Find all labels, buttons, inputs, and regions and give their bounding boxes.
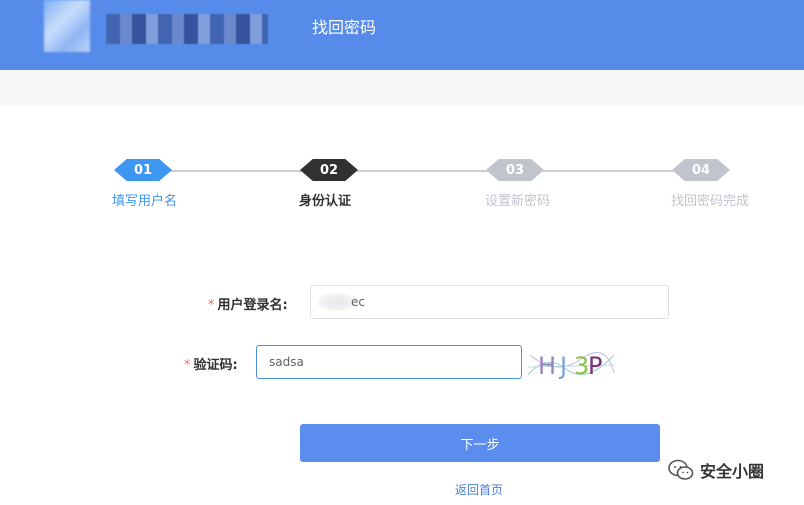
step-1-label: 填写用户名 xyxy=(112,194,178,209)
captcha-label: * 验证码: xyxy=(184,354,238,373)
wechat-icon xyxy=(668,459,694,480)
captcha-label-text: 验证码: xyxy=(193,358,238,373)
step-3-label: 设置新密码 xyxy=(485,194,551,209)
username-label: * 用户登录名: xyxy=(208,294,288,313)
blurred-site-name xyxy=(106,14,268,44)
username-visible-text: ec xyxy=(351,295,365,309)
required-mark: * xyxy=(208,298,215,313)
captcha-char-3: 3 xyxy=(574,352,589,380)
required-mark: * xyxy=(184,358,191,373)
captcha-char-1: H xyxy=(538,352,556,380)
back-home-link[interactable]: 返回首页 xyxy=(455,481,503,498)
watermark-text: 安全小圈 xyxy=(700,462,765,481)
captcha-input[interactable]: sadsa xyxy=(256,345,522,379)
step-3-badge: 03 xyxy=(486,159,544,181)
username-input[interactable]: ec xyxy=(310,285,669,319)
captcha-input-value: sadsa xyxy=(269,355,304,369)
step-4-label: 找回密码完成 xyxy=(671,194,750,209)
username-label-text: 用户登录名: xyxy=(217,298,288,313)
blurred-logo xyxy=(44,0,90,52)
next-step-button[interactable]: 下一步 xyxy=(300,424,660,462)
step-connector-1 xyxy=(170,170,302,172)
step-connector-3 xyxy=(542,170,674,172)
captcha-char-2: J xyxy=(558,352,567,380)
header-spacer-band xyxy=(0,70,804,106)
step-connector-2 xyxy=(356,170,488,172)
captcha-char-4: P xyxy=(588,352,602,380)
watermark: 安全小圈 xyxy=(668,458,764,482)
top-header-bar: 找回密码 xyxy=(0,0,804,70)
step-2-label: 身份认证 xyxy=(299,194,352,209)
captcha-graphic: H J 3 P xyxy=(527,352,615,380)
step-1-badge: 01 xyxy=(114,159,172,181)
captcha-image[interactable]: H J 3 P xyxy=(526,345,616,381)
step-4-badge: 04 xyxy=(672,159,730,181)
page-title: 找回密码 xyxy=(312,18,377,37)
step-2-badge: 02 xyxy=(300,159,358,181)
